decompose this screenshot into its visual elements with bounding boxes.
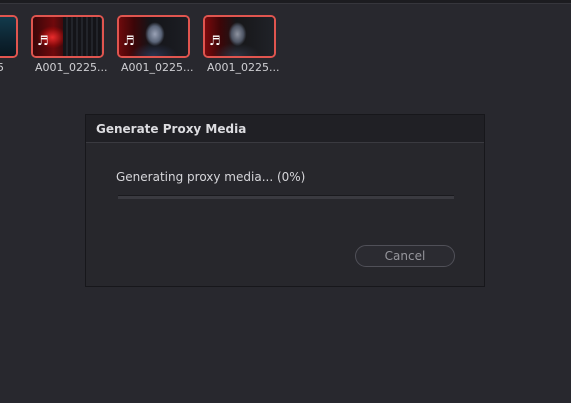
generate-proxy-dialog: Generate Proxy Media Generating proxy me… [85,114,485,287]
top-divider [0,0,571,4]
audio-note-icon: ♬ [209,34,221,49]
dialog-title: Generate Proxy Media [86,115,484,143]
progress-bar [118,195,454,199]
clip-name: A001_0225... [207,61,280,74]
clip-thumbnail[interactable] [0,15,18,58]
clip-thumbnail-image [0,17,16,56]
clip-thumbnail[interactable]: ♬ [31,15,104,58]
progress-status-text: Generating proxy media... (0%) [116,170,306,184]
clip-thumbnail[interactable]: ♬ [203,15,276,58]
audio-note-icon: ♬ [123,34,135,49]
clip-name: 25 [0,61,4,74]
clip-name: A001_0225... [35,61,108,74]
clip-name: A001_0225... [121,61,194,74]
clip-thumbnail[interactable]: ♬ [117,15,190,58]
cancel-button[interactable]: Cancel [355,245,455,267]
audio-note-icon: ♬ [37,34,49,49]
